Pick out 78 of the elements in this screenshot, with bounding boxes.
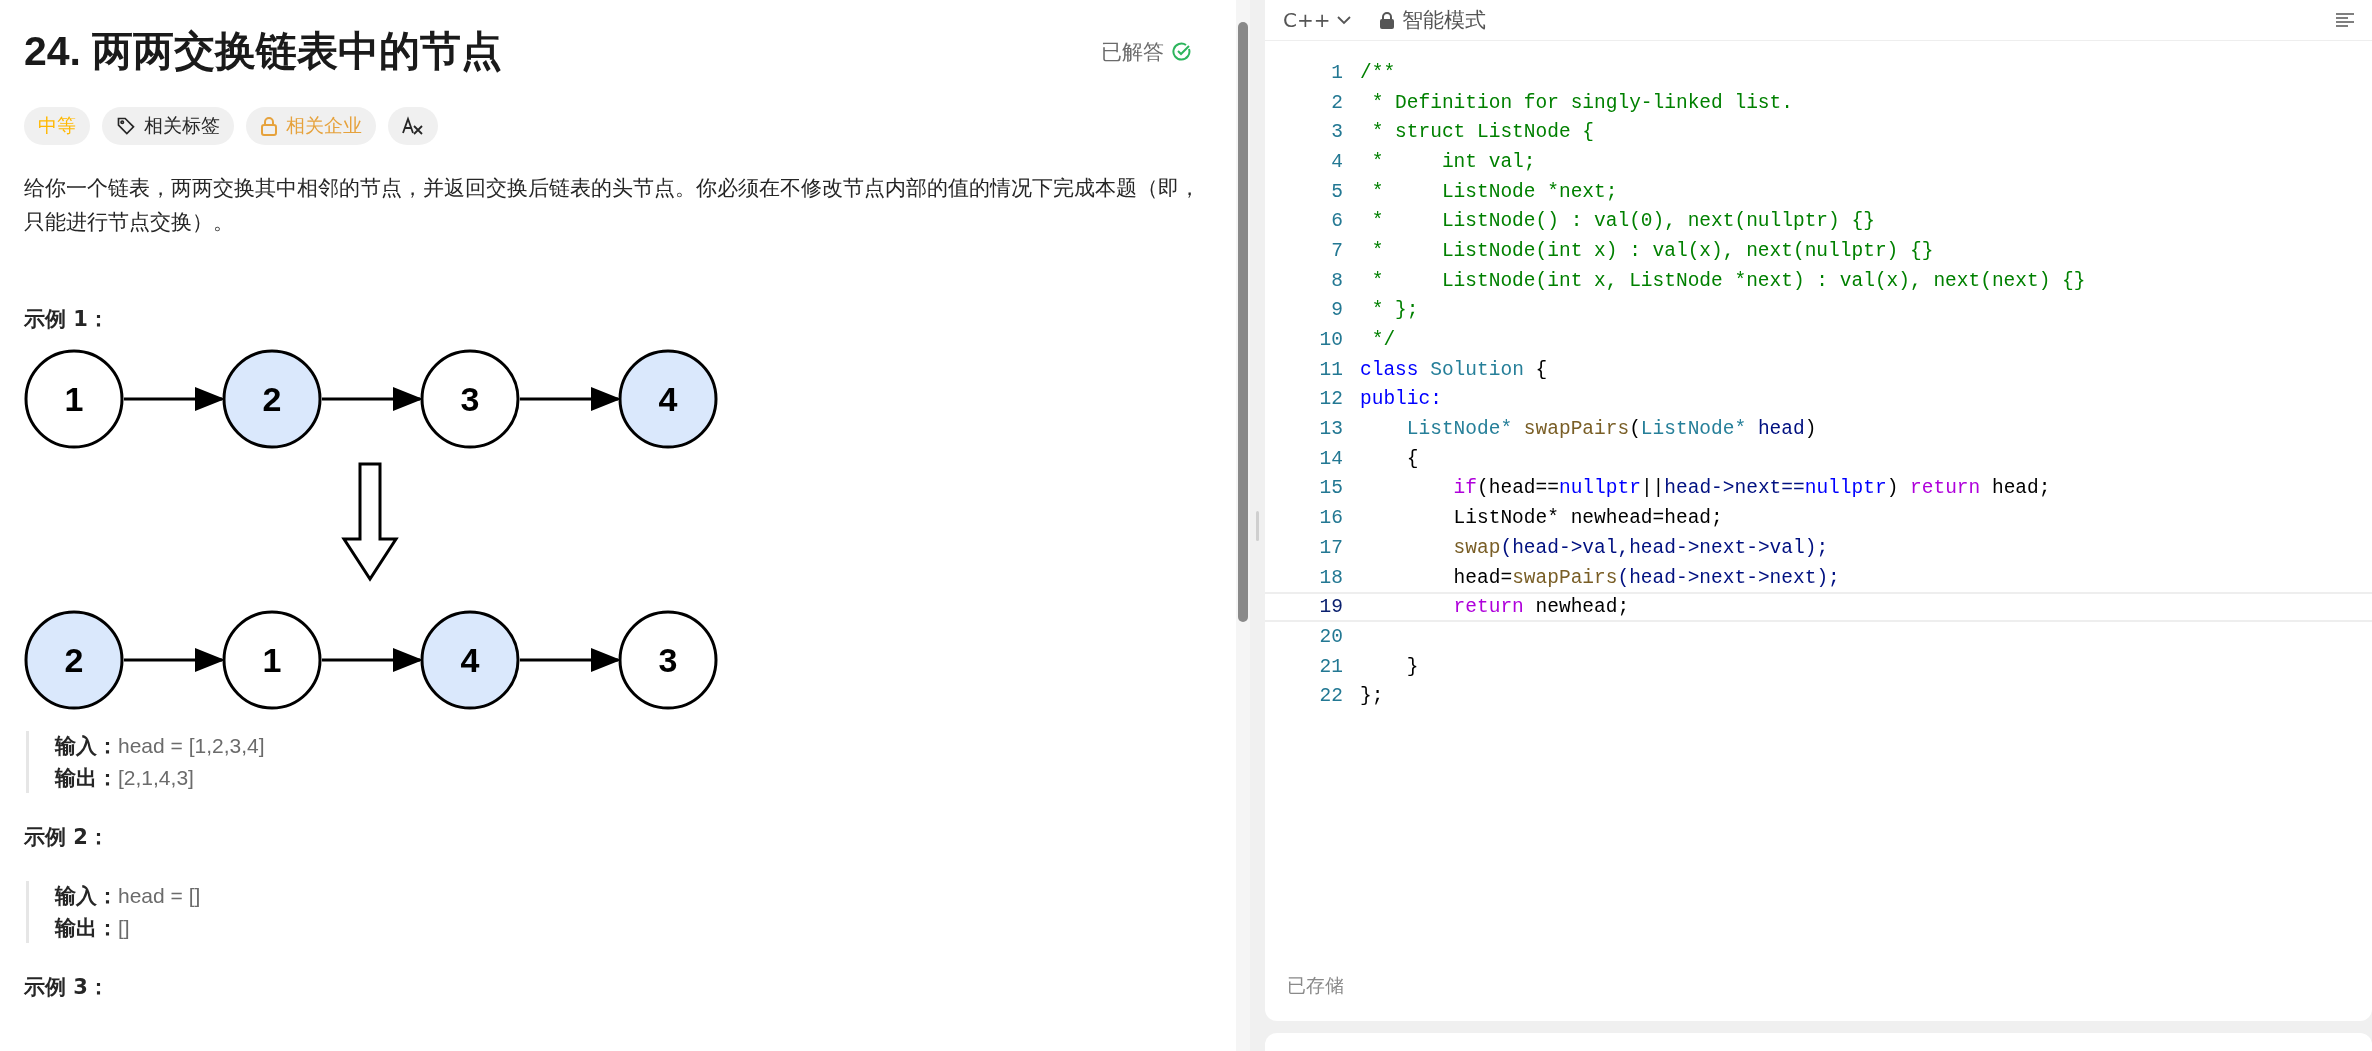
output-label: 输出： bbox=[55, 915, 118, 942]
code-line: class Solution { bbox=[1360, 358, 1548, 381]
line-number: 11 bbox=[1318, 358, 1344, 381]
line-number: 7 bbox=[1330, 239, 1344, 262]
line-number: 17 bbox=[1318, 536, 1344, 559]
tag-icon bbox=[116, 116, 136, 136]
code-line: head=swapPairs(head->next->next); bbox=[1452, 566, 1840, 589]
code-line: ListNode* newhead=head; bbox=[1452, 507, 1723, 530]
line-number: 21 bbox=[1318, 655, 1344, 678]
list-node: 2 bbox=[222, 349, 322, 449]
example-heading: 示例 2： bbox=[24, 824, 110, 851]
code-line: if(head==nullptr||head->next==nullptr) return head; bbox=[1452, 477, 2051, 500]
translate-icon bbox=[402, 116, 424, 136]
list-node: 1 bbox=[222, 610, 322, 710]
input-value: head = [1,2,3,4] bbox=[118, 733, 265, 759]
line-number: 15 bbox=[1318, 477, 1344, 500]
line-number: 14 bbox=[1318, 447, 1344, 470]
line-number: 8 bbox=[1330, 269, 1344, 292]
list-node: 3 bbox=[420, 349, 520, 449]
line-number: 4 bbox=[1330, 150, 1344, 173]
output-value: [2,1,4,3] bbox=[118, 765, 194, 791]
line-number: 1 bbox=[1330, 61, 1344, 84]
solved-status: 已解答 bbox=[1101, 38, 1164, 66]
line-number: 16 bbox=[1318, 507, 1344, 530]
lock-icon bbox=[1380, 11, 1395, 29]
line-number: 10 bbox=[1318, 329, 1344, 352]
list-node: 1 bbox=[24, 349, 124, 449]
mode-button[interactable]: 智能模式 bbox=[1380, 6, 1487, 34]
input-value: head = [] bbox=[118, 883, 201, 909]
output-label: 输出： bbox=[55, 765, 118, 792]
code-line: * ListNode *next; bbox=[1370, 180, 1618, 203]
code-line: * }; bbox=[1370, 299, 1419, 322]
line-number: 20 bbox=[1318, 625, 1344, 648]
line-number: 18 bbox=[1318, 566, 1344, 589]
code-line: * Definition for singly-linked list. bbox=[1370, 91, 1793, 114]
lock-icon bbox=[260, 116, 278, 136]
code-line: swap(head->val,head->next->val); bbox=[1452, 536, 1829, 559]
code-line: { bbox=[1405, 447, 1419, 470]
list-node: 3 bbox=[618, 610, 718, 710]
line-number: 22 bbox=[1318, 685, 1344, 708]
line-number: 6 bbox=[1330, 210, 1344, 233]
language-dropdown[interactable]: C++ bbox=[1283, 8, 1353, 32]
code-line: } bbox=[1405, 655, 1419, 678]
list-node: 4 bbox=[420, 610, 520, 710]
input-label: 输入： bbox=[55, 733, 118, 760]
input-label: 输入： bbox=[55, 883, 118, 910]
code-line: * ListNode(int x, ListNode *next) : val(x), next(next) {} bbox=[1370, 269, 2086, 292]
example-heading: 示例 3： bbox=[24, 974, 110, 1001]
tag-chip[interactable]: 相关标签 bbox=[102, 107, 234, 145]
line-number: 2 bbox=[1330, 91, 1344, 114]
code-line: return newhead; bbox=[1452, 596, 1630, 619]
line-number: 12 bbox=[1318, 388, 1344, 411]
code-line: /** bbox=[1360, 61, 1396, 84]
translate-button[interactable] bbox=[388, 107, 438, 145]
list-node: 4 bbox=[618, 349, 718, 449]
save-status: 已存储 bbox=[1286, 973, 1345, 998]
code-line: * ListNode(int x) : val(x), next(nullptr) {} bbox=[1370, 239, 1934, 262]
code-line: * int val; bbox=[1370, 150, 1536, 173]
line-number: 5 bbox=[1330, 180, 1344, 203]
code-line: * ListNode() : val(0), next(nullptr) {} bbox=[1370, 210, 1875, 233]
line-number: 19 bbox=[1318, 596, 1344, 619]
code-line: }; bbox=[1360, 685, 1384, 708]
code-line: * struct ListNode { bbox=[1370, 121, 1595, 144]
line-number: 3 bbox=[1330, 121, 1344, 144]
problem-title: 24. 两两交换链表中的节点 bbox=[24, 27, 503, 76]
output-value: [] bbox=[118, 915, 130, 941]
code-line: */ bbox=[1370, 329, 1396, 352]
list-node: 2 bbox=[24, 610, 124, 710]
line-number: 13 bbox=[1318, 418, 1344, 441]
problem-description: 给你一个链表，两两交换其中相邻的节点，并返回交换后链表的头节点。你必须在不修改节点内部的值的情况下完成本题（即，只能进行节点交换）。 bbox=[24, 175, 1201, 236]
line-number: 9 bbox=[1330, 299, 1344, 322]
scrollbar-thumb[interactable] bbox=[1238, 22, 1248, 622]
code-line: ListNode* swapPairs(ListNode* head) bbox=[1405, 418, 1817, 441]
code-line: public: bbox=[1360, 388, 1442, 411]
chevron-down-icon bbox=[1336, 15, 1353, 25]
example-heading: 示例 1： bbox=[24, 306, 110, 333]
menu-icon[interactable] bbox=[2336, 12, 2354, 28]
resize-handle[interactable] bbox=[1256, 510, 1259, 541]
